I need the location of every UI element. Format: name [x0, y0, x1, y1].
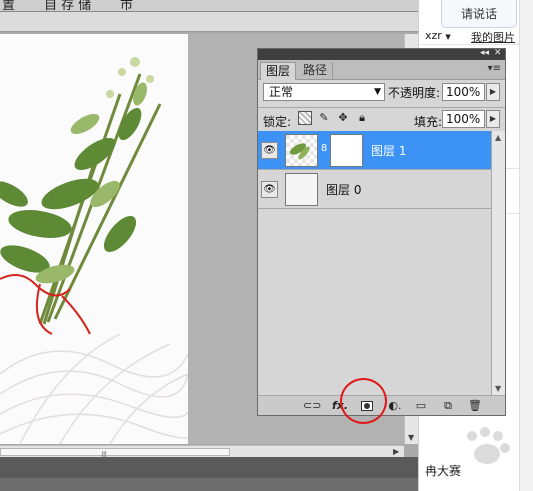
adjustment-layer-icon[interactable]: ◐.: [386, 397, 404, 414]
user-name[interactable]: xzr ▼: [425, 29, 451, 42]
fill-label: 填充:: [414, 115, 443, 129]
lock-transparent-icon[interactable]: [298, 111, 312, 125]
eye-icon[interactable]: 👁︎: [261, 142, 278, 159]
layer-row[interactable]: 👁︎ 8 图层 1: [258, 131, 491, 170]
layer-name[interactable]: 图层 1: [371, 142, 406, 159]
tab-paths[interactable]: 路径: [298, 62, 334, 80]
speak-button[interactable]: 请说话: [441, 0, 517, 28]
document-tab-bar: [0, 12, 418, 32]
image-canvas[interactable]: [0, 34, 188, 444]
divider: [258, 107, 505, 108]
highlight-circle: [340, 378, 387, 424]
app-menu-strip: 置 自 存 储 市: [0, 0, 418, 12]
leaf-thumbnail-icon: [289, 143, 310, 160]
opacity-slider-button[interactable]: ▶: [486, 83, 500, 101]
chevron-down-icon[interactable]: ▼: [445, 33, 450, 41]
layer-mask-thumbnail[interactable]: [330, 134, 363, 167]
fill-slider-button[interactable]: ▶: [486, 110, 500, 128]
panel-title-bar[interactable]: ◂◂ ✕: [258, 48, 505, 60]
panel-tab-bar: 图层 路径 ▾≡: [258, 60, 505, 80]
layer-thumbnail[interactable]: [285, 173, 318, 206]
my-pictures-link[interactable]: 我的图片: [471, 29, 515, 45]
tab-layers[interactable]: 图层: [260, 62, 297, 80]
scroll-down-icon[interactable]: ▼: [495, 384, 501, 393]
scroll-down-icon[interactable]: ▼: [408, 433, 414, 442]
eye-icon[interactable]: 👁︎: [261, 181, 278, 198]
plant-illustration: [0, 57, 188, 444]
new-group-icon[interactable]: ▭: [412, 397, 430, 414]
layer-thumbnail[interactable]: [285, 134, 318, 167]
menu-fragment-2[interactable]: 自 存 储: [44, 0, 91, 11]
panel-menu-icon[interactable]: ▾≡: [488, 63, 501, 74]
lock-image-icon[interactable]: ✎: [317, 111, 331, 125]
layer-list-scrollbar[interactable]: ▲ ▼: [491, 131, 505, 395]
fill-input[interactable]: 100%: [442, 110, 485, 128]
mask-link-icon[interactable]: 8: [321, 143, 327, 154]
new-layer-icon[interactable]: ⧉: [439, 397, 457, 414]
scroll-up-icon[interactable]: ▲: [495, 133, 501, 142]
menu-fragment-3[interactable]: 市: [120, 0, 133, 11]
opacity-label: 不透明度:: [388, 86, 441, 100]
close-icon[interactable]: ✕: [494, 48, 502, 58]
scroll-right-icon[interactable]: ▶: [393, 447, 399, 456]
collapse-icon[interactable]: ◂◂: [480, 48, 489, 58]
layer-name[interactable]: 图层 0: [326, 181, 361, 198]
opacity-input[interactable]: 100%: [442, 83, 485, 101]
lock-all-icon[interactable]: 🔒︎: [355, 111, 369, 125]
layer-row[interactable]: 👁︎ 图层 0: [258, 170, 491, 209]
layer-list: 👁︎ 8 图层 1 👁︎ 图层 0: [258, 131, 491, 395]
menu-fragment-1[interactable]: 置: [2, 0, 15, 11]
status-bar: [0, 457, 418, 478]
blend-mode-select[interactable]: 正常 ▼: [263, 83, 385, 101]
divider: [419, 44, 519, 45]
layers-panel: ◂◂ ✕ 图层 路径 ▾≡ 正常 ▼ 不透明度: 100% ▶ 锁定: ✎ ✥ …: [257, 48, 506, 416]
delete-layer-icon[interactable]: 🗑︎: [466, 397, 484, 414]
blend-mode-value: 正常: [269, 85, 294, 99]
page-scrollbar[interactable]: [519, 0, 533, 491]
lock-label: 锁定:: [263, 115, 292, 129]
footer-text: 冉大赛: [425, 464, 462, 478]
chevron-down-icon: ▼: [374, 87, 381, 97]
horizontal-scroll-thumb[interactable]: |||: [0, 448, 230, 459]
link-layers-icon[interactable]: ⊂⊃: [303, 397, 321, 414]
horizontal-scrollbar[interactable]: ||| ▶: [0, 445, 404, 459]
lock-position-icon[interactable]: ✥: [336, 111, 350, 125]
